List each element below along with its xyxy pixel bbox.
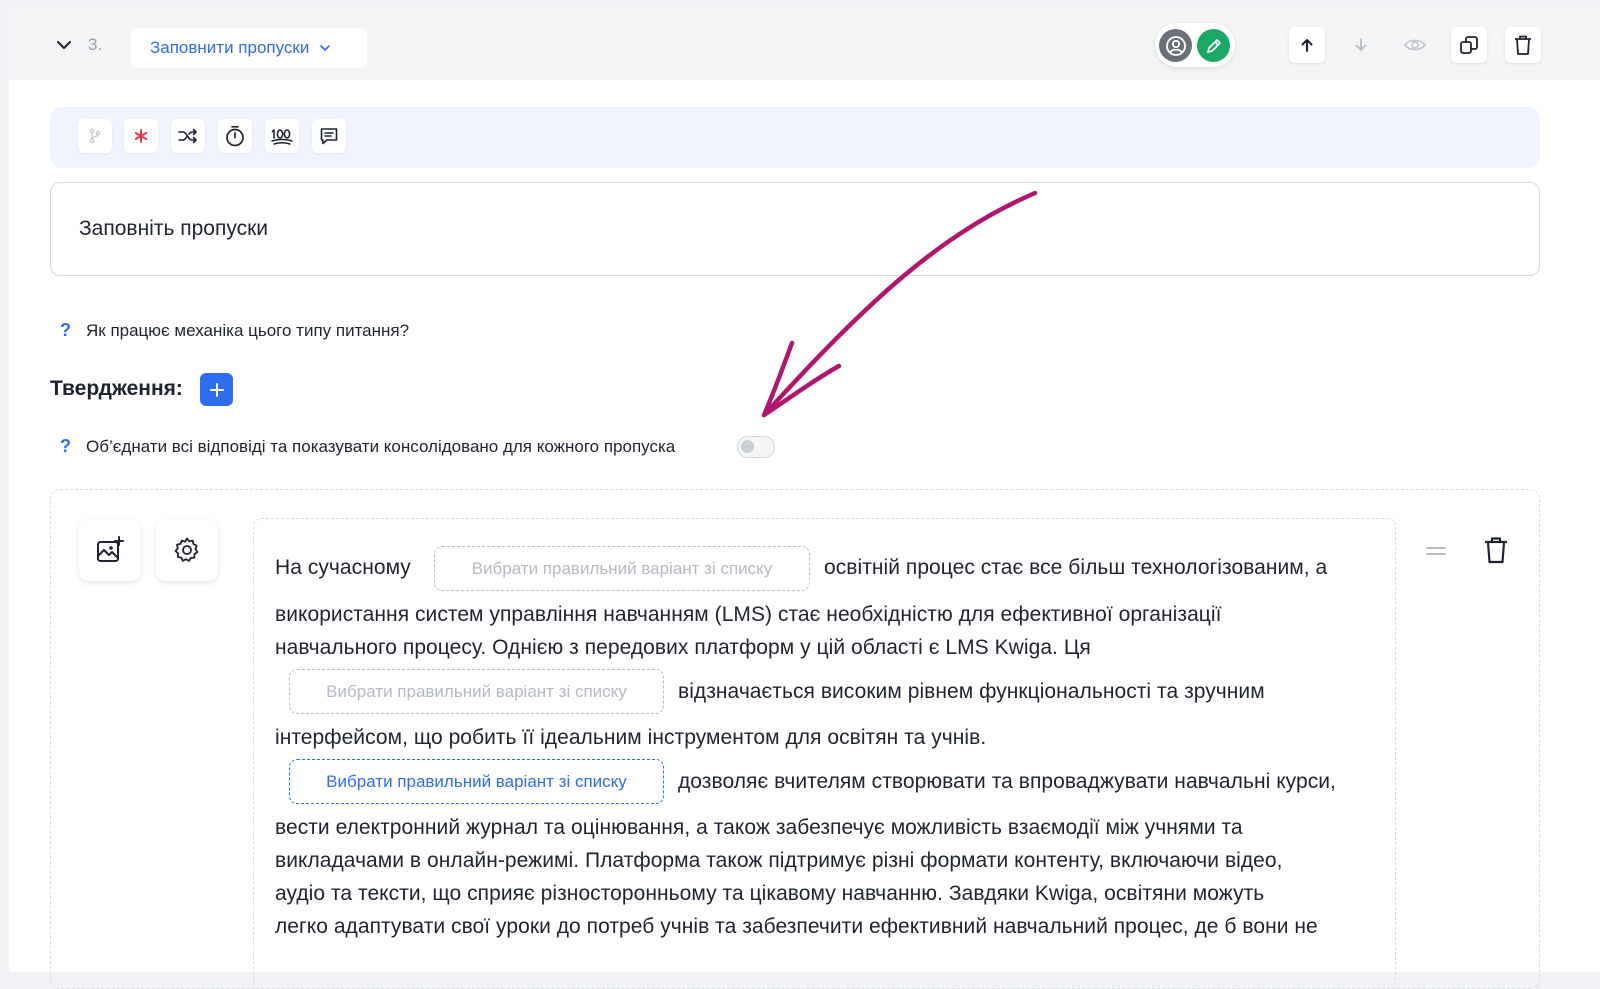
question-type-dropdown[interactable]: Заповнити пропуски [131, 28, 367, 68]
statement-text: інтерфейсом, що робить її ідеальним інст… [275, 726, 987, 749]
statement-text: легко адаптувати свої уроки до потреб уч… [275, 915, 1318, 938]
gear-icon [174, 537, 199, 562]
page-left-gutter [0, 0, 9, 972]
required-button[interactable] [124, 119, 158, 153]
add-image-button[interactable] [79, 519, 141, 581]
student-view-button[interactable] [1159, 29, 1192, 62]
question-header: 3. Заповнити пропуски [9, 10, 1600, 80]
chevron-down-icon [320, 45, 331, 51]
blank-placeholder: Вибрати правильний варіант зі списку [471, 558, 773, 578]
merge-answers-toggle[interactable] [737, 436, 775, 458]
view-mode-switch [1155, 23, 1235, 67]
blank-dropdown-2[interactable]: Вибрати правильний варіант зі списку [289, 669, 664, 714]
question-settings-toolbar [50, 107, 1540, 168]
comment-icon [320, 128, 338, 145]
statement-text: навчального процесу. Однією з передових … [275, 636, 1091, 659]
blank-dropdown-1[interactable]: Вибрати правильний варіант зі списку [434, 546, 810, 591]
duplicate-button[interactable] [1451, 27, 1487, 63]
shuffle-icon [178, 128, 197, 144]
shuffle-button[interactable] [171, 119, 205, 153]
help-icon[interactable]: ? [60, 436, 71, 457]
statements-label: Твердження: [50, 377, 183, 400]
copy-icon [1460, 36, 1478, 54]
timer-button[interactable] [218, 119, 252, 153]
plus-icon [209, 382, 224, 397]
delete-question-button[interactable] [1505, 27, 1541, 63]
merge-answers-label: Об’єднати всі відповіді та показувати ко… [86, 436, 676, 456]
move-down-button[interactable] [1343, 27, 1379, 63]
statement-text: вести електронний журнал та оцінювання, … [275, 816, 1243, 839]
statement-settings-button[interactable] [156, 519, 218, 581]
branching-button[interactable] [78, 119, 112, 153]
statement-text: аудіо та тексти, що сприяє різностороннь… [275, 882, 1265, 905]
statement-text: дозволяє вчителям створювати та впровадж… [678, 770, 1336, 793]
eye-icon [1403, 39, 1427, 51]
scoring-button[interactable] [265, 119, 299, 153]
statement-text: використання систем управління навчанням… [275, 603, 1222, 626]
trash-icon [1515, 35, 1531, 55]
stopwatch-icon [226, 125, 244, 147]
drag-handle-icon[interactable] [1426, 545, 1446, 557]
question-editor-panel: 3. Заповнити пропуски Заповніть пропуски… [9, 10, 1600, 989]
add-image-icon [97, 536, 124, 562]
merge-answers-option: ? Об’єднати всі відповіді та показувати … [60, 436, 675, 457]
preview-button[interactable] [1397, 27, 1433, 63]
mechanics-help: ? Як працює механіка цього типу питання? [60, 320, 409, 341]
add-statement-button[interactable] [200, 373, 233, 406]
blank-placeholder: Вибрати правильний варіант зі списку [326, 681, 627, 701]
statement-text: освітній процес стає все більш технологі… [824, 556, 1328, 579]
asterisk-icon [134, 129, 148, 143]
branch-icon [89, 128, 101, 144]
chevron-down-icon[interactable] [55, 36, 73, 54]
arrow-down-icon [1355, 38, 1367, 51]
statement-card: На сучасному Вибрати правильний варіант … [50, 489, 1540, 989]
statement-text: відзначається високим рівнем функціональ… [678, 680, 1265, 703]
statement-text: викладачами в онлайн-режимі. Платформа т… [275, 849, 1283, 872]
question-title-input[interactable]: Заповніть пропуски [50, 182, 1540, 276]
move-up-button[interactable] [1289, 27, 1325, 63]
question-type-label: Заповнити пропуски [150, 38, 310, 57]
comment-button[interactable] [312, 119, 346, 153]
mechanics-help-text[interactable]: Як працює механіка цього типу питання? [86, 321, 409, 341]
statement-text: На сучасному [275, 556, 411, 579]
pencil-icon [1206, 38, 1221, 53]
blank-dropdown-3[interactable]: Вибрати правильний варіант зі списку [289, 759, 664, 804]
edit-mode-button[interactable] [1197, 29, 1230, 62]
trash-icon[interactable] [1482, 535, 1510, 565]
toggle-knob [741, 440, 754, 453]
question-number: 3. [88, 35, 103, 54]
hundred-points-icon [271, 129, 293, 145]
blank-placeholder: Вибрати правильний варіант зі списку [326, 771, 627, 791]
arrow-up-icon [1301, 39, 1313, 52]
help-icon[interactable]: ? [60, 320, 71, 341]
statement-text-editor[interactable]: На сучасному Вибрати правильний варіант … [253, 518, 1396, 988]
user-circle-icon [1165, 35, 1186, 56]
question-title-text: Заповніть пропуски [79, 217, 269, 240]
